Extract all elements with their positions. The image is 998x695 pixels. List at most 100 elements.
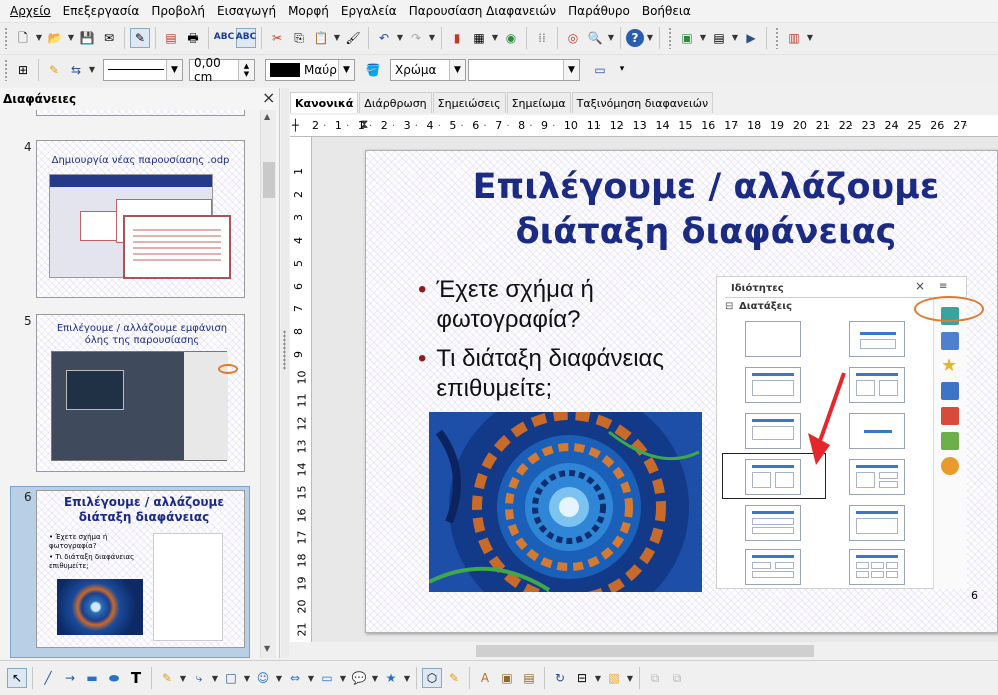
menu-slideshow[interactable]: Παρουσίαση Διαφανειών [403,4,562,18]
image-icon[interactable]: ◉ [501,28,521,48]
presentation-icon[interactable]: ▥ [784,28,804,48]
text-box-icon[interactable]: T [126,668,146,688]
toolbar-grip[interactable] [4,58,8,81]
navigator-icon[interactable]: ◎ [563,28,583,48]
arrow-style-icon[interactable]: ⇆ [66,60,86,80]
slides-scrollbar[interactable]: ▲ ▼ [260,110,276,658]
paste-icon[interactable]: 📋 [311,28,331,48]
stars-icon[interactable]: ★ [381,668,401,688]
more-options-icon[interactable]: ▾ [612,60,632,80]
table-dropdown[interactable]: ▼ [490,28,500,48]
slide-show-icon[interactable]: ▶ [741,28,761,48]
arrows-dropdown[interactable]: ▼ [306,668,316,688]
slide-thumbnail-6[interactable]: Επιλέγουμε / αλλάζουμε διάταξη διαφάνεια… [36,490,245,648]
points-icon[interactable]: ⬡ [422,668,442,688]
insert-image-icon[interactable]: ▣ [497,668,517,688]
undo-dropdown[interactable]: ▼ [395,28,405,48]
connector-icon[interactable]: ⤷ [189,668,209,688]
arrow-line-icon[interactable]: → [60,668,80,688]
table-icon[interactable]: ▦ [469,28,489,48]
symbol-dropdown[interactable]: ▼ [274,668,284,688]
fontwork-icon[interactable]: A [475,668,495,688]
save-icon[interactable]: 💾 [77,28,97,48]
menu-view[interactable]: Προβολή [145,4,211,18]
select-arrow-icon[interactable]: ↖ [7,668,27,688]
slide-thumbnail-3[interactable] [36,110,245,116]
stars-dropdown[interactable]: ▼ [402,668,412,688]
menu-help[interactable]: Βοήθεια [636,4,697,18]
scroll-down-icon[interactable]: ▼ [264,644,270,653]
curve-icon[interactable]: ✎ [157,668,177,688]
curve-dropdown[interactable]: ▼ [178,668,188,688]
fill-type-select[interactable]: Χρώμα ▼ [390,58,466,81]
slide-horizontal-scrollbar[interactable] [290,642,998,660]
scroll-thumb[interactable] [476,645,814,657]
menu-tools[interactable]: Εργαλεία [335,4,403,18]
toolbar-grip[interactable] [775,26,779,49]
grid-icon[interactable]: ⁞⁞ [532,28,552,48]
slide-title[interactable]: Επιλέγουμε / αλλάζουμε διάταξη διαφάνεια… [406,165,998,255]
edit-mode-icon[interactable]: ✎ [130,27,150,48]
slide-thumbnail-5[interactable]: Επιλέγουμε / αλλάζουμε εμφάνιση όλης της… [36,314,245,472]
tab-notes[interactable]: Σημειώσεις [432,92,506,113]
print-icon[interactable]: 🖶 [183,28,203,48]
redo-dropdown[interactable]: ▼ [427,28,437,48]
fractal-image[interactable] [429,412,702,592]
slide-layout-icon[interactable]: ▤ [709,28,729,48]
line-tool-icon[interactable]: ╱ [38,668,58,688]
clone-formatting-icon[interactable]: 🖌 [343,28,363,48]
group-icon[interactable]: ⧉ [645,668,665,688]
tab-outline[interactable]: Διάρθρωση [359,92,432,113]
scroll-up-icon[interactable]: ▲ [264,112,270,121]
glue-points-icon[interactable]: ✎ [444,668,464,688]
autospellcheck-icon[interactable]: ABC [236,27,256,48]
menu-insert[interactable]: Εισαγωγή [211,4,282,18]
zoom-icon[interactable]: 🔍 [585,28,605,48]
tab-handout[interactable]: Σημείωμα [506,92,571,113]
spin-icon[interactable]: ▲ ▼ [238,59,254,80]
arrange-dropdown[interactable]: ▼ [625,668,635,688]
tab-slide-sorter[interactable]: Ταξινόμηση διαφανειών [571,92,714,113]
basic-shapes-icon[interactable]: □ [221,668,241,688]
open-folder-icon[interactable]: 📂 [45,28,65,48]
fill-value-select[interactable]: ▼ [468,58,580,81]
flowchart-dropdown[interactable]: ▼ [338,668,348,688]
bullet-item[interactable]: • Τι διάταξη διαφάνειας επιθυμείτε; [418,344,708,404]
email-icon[interactable]: ✉ [99,28,119,48]
menu-format[interactable]: Μορφή [282,4,335,18]
arrange-icon[interactable]: ▧ [604,668,624,688]
block-arrows-icon[interactable]: ⇔ [285,668,305,688]
insert-media-icon[interactable]: ▤ [519,668,539,688]
presentation-dropdown[interactable]: ▼ [805,28,815,48]
current-slide[interactable]: Επιλέγουμε / αλλάζουμε διάταξη διαφάνεια… [365,150,998,633]
vertical-ruler[interactable]: 1 2 3 4 5 6 7 8 9 10 11 12 13 14 15 16 17 18 19 20 21 [290,137,312,642]
rectangle-icon[interactable]: ▬ [82,668,102,688]
shapes-dropdown[interactable]: ▼ [242,668,252,688]
open-dropdown[interactable]: ▼ [66,28,76,48]
chart-icon[interactable]: ▮ [447,28,467,48]
export-pdf-icon[interactable]: ▤ [161,28,181,48]
help-icon[interactable]: ? [626,28,644,47]
redo-icon[interactable]: ↷ [406,28,426,48]
zoom-dropdown[interactable]: ▼ [606,28,616,48]
align-icon[interactable]: ⊟ [572,668,592,688]
styles-icon[interactable]: ⊞ [13,60,33,80]
line-width-field[interactable]: 0,00 cm ▲ ▼ [189,56,255,84]
callout-dropdown[interactable]: ▼ [370,668,380,688]
line-icon[interactable]: ✎ [44,60,64,80]
new-slide-icon[interactable]: ▣ [677,28,697,48]
cut-icon[interactable]: ✂ [267,28,287,48]
tab-normal[interactable]: Κανονικά [290,92,359,113]
help-dropdown[interactable]: ▼ [645,28,655,48]
undo-icon[interactable]: ↶ [374,28,394,48]
symbol-shapes-icon[interactable]: ☺ [253,668,273,688]
horizontal-ruler[interactable]: ┼ ⧗ 2 · 1 · 1 · 2 · 3 · 4 · 5 · 6 · 7 · 8 · 9 · 10 · 11 · 12 · 13 · 14 · 1… [290,115,998,137]
line-color-select[interactable]: Μαύρ ▼ [265,58,355,81]
rotate-icon[interactable]: ↻ [550,668,570,688]
spellcheck-icon[interactable]: ABC [214,28,234,48]
menu-edit[interactable]: Επεξεργασία [57,4,146,18]
new-document-icon[interactable]: 🗋 [13,28,33,48]
close-icon[interactable]: × [262,88,275,107]
align-dropdown[interactable]: ▼ [593,668,603,688]
toolbar-grip[interactable] [4,26,8,49]
